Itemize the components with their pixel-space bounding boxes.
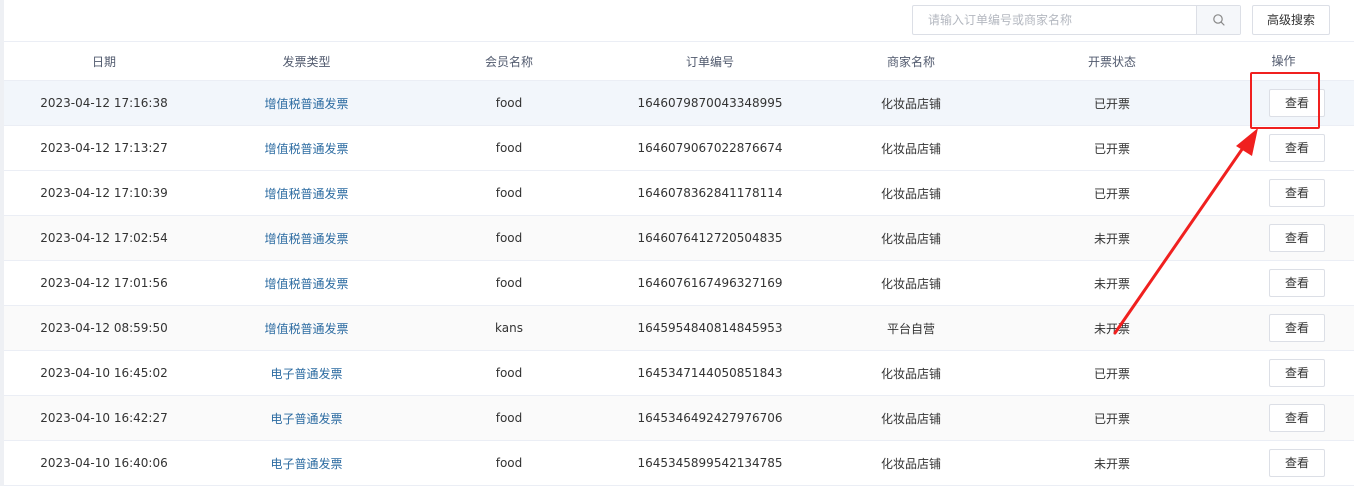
view-button[interactable]: 查看 <box>1269 134 1325 162</box>
column-header-merchant: 商家名称 <box>886 54 935 69</box>
cell-action: 查看 <box>1213 216 1354 260</box>
view-button[interactable]: 查看 <box>1269 314 1325 342</box>
view-button[interactable]: 查看 <box>1269 404 1325 432</box>
cell-invoice-type-link[interactable]: 增值税普通发票 <box>204 320 409 337</box>
column-header-status: 开票状态 <box>1087 54 1136 69</box>
column-header-invoice-type: 发票类型 <box>282 54 331 69</box>
cell-action: 查看 <box>1213 261 1354 305</box>
cell-member: food <box>495 366 523 380</box>
cell-merchant: 化妆品店铺 <box>880 186 941 201</box>
table-row: 2023-04-12 17:13:27 增值税普通发票 food 1646079… <box>4 126 1354 171</box>
cell-member: food <box>495 276 523 290</box>
table-row: 2023-04-12 08:59:50 增值税普通发票 kans 1645954… <box>4 306 1354 351</box>
cell-date: 2023-04-12 08:59:50 <box>40 321 168 335</box>
cell-merchant: 化妆品店铺 <box>880 276 941 291</box>
cell-merchant: 化妆品店铺 <box>880 366 941 381</box>
advanced-search-button[interactable]: 高级搜索 <box>1252 5 1330 35</box>
cell-date: 2023-04-10 16:42:27 <box>40 411 168 425</box>
cell-order-no: 1645954840814845953 <box>637 321 783 335</box>
cell-action: 查看 <box>1213 396 1354 440</box>
cell-status: 已开票 <box>1093 96 1130 111</box>
table-row: 2023-04-10 16:45:02 电子普通发票 food 16453471… <box>4 351 1354 396</box>
search-icon <box>1213 14 1225 26</box>
cell-date: 2023-04-12 17:01:56 <box>40 276 168 290</box>
view-button[interactable]: 查看 <box>1269 359 1325 387</box>
cell-merchant: 化妆品店铺 <box>880 411 941 426</box>
cell-invoice-type-link[interactable]: 增值税普通发票 <box>204 275 409 292</box>
cell-order-no: 1645345899542134785 <box>637 456 783 470</box>
cell-member: food <box>495 231 523 245</box>
cell-member: kans <box>495 321 523 335</box>
table-header: 日期 发票类型 会员名称 订单编号 商家名称 开票状态 操作 <box>4 41 1354 81</box>
view-button[interactable]: 查看 <box>1269 449 1325 477</box>
cell-invoice-type-link[interactable]: 电子普通发票 <box>204 410 409 427</box>
cell-order-no: 1646076167496327169 <box>637 276 783 290</box>
cell-date: 2023-04-10 16:45:02 <box>40 366 168 380</box>
cell-action: 查看 <box>1213 351 1354 395</box>
cell-member: food <box>495 186 523 200</box>
cell-action: 查看 <box>1213 441 1354 485</box>
cell-date: 2023-04-12 17:02:54 <box>40 231 168 245</box>
cell-member: food <box>495 411 523 425</box>
cell-member: food <box>495 96 523 110</box>
table-row: 2023-04-12 17:10:39 增值税普通发票 food 1646078… <box>4 171 1354 216</box>
cell-action: 查看 <box>1213 81 1354 125</box>
cell-merchant: 化妆品店铺 <box>880 141 941 156</box>
cell-date: 2023-04-12 17:16:38 <box>40 96 168 110</box>
cell-invoice-type-link[interactable]: 增值税普通发票 <box>204 230 409 247</box>
cell-invoice-type-link[interactable]: 电子普通发票 <box>204 365 409 382</box>
cell-order-no: 1646076412720504835 <box>637 231 783 245</box>
cell-status: 已开票 <box>1093 186 1130 201</box>
cell-merchant: 化妆品店铺 <box>880 456 941 471</box>
view-button[interactable]: 查看 <box>1269 224 1325 252</box>
cell-order-no: 1646079067022876674 <box>637 141 783 155</box>
view-button[interactable]: 查看 <box>1269 89 1325 117</box>
cell-date: 2023-04-12 17:10:39 <box>40 186 168 200</box>
cell-invoice-type-link[interactable]: 增值税普通发票 <box>204 140 409 157</box>
view-button[interactable]: 查看 <box>1269 179 1325 207</box>
table-row: 2023-04-12 17:02:54 增值税普通发票 food 1646076… <box>4 216 1354 261</box>
cell-action: 查看 <box>1213 126 1354 170</box>
search-input[interactable] <box>913 6 1196 34</box>
cell-status: 未开票 <box>1093 231 1130 246</box>
table-row: 2023-04-12 17:01:56 增值税普通发票 food 1646076… <box>4 261 1354 306</box>
cell-status: 已开票 <box>1093 366 1130 381</box>
cell-status: 未开票 <box>1093 456 1130 471</box>
column-header-order-no: 订单编号 <box>685 54 734 69</box>
cell-order-no: 1646079870043348995 <box>637 96 783 110</box>
column-header-member: 会员名称 <box>484 54 533 69</box>
table-row: 2023-04-10 16:40:06 电子普通发票 food 16453458… <box>4 441 1354 486</box>
cell-merchant: 化妆品店铺 <box>880 231 941 246</box>
cell-order-no: 1645346492427976706 <box>637 411 783 425</box>
cell-order-no: 1646078362841178114 <box>637 186 783 200</box>
column-header-date: 日期 <box>91 54 116 69</box>
cell-status: 未开票 <box>1093 321 1130 336</box>
table-row: 2023-04-10 16:42:27 电子普通发票 food 16453464… <box>4 396 1354 441</box>
cell-merchant: 平台自营 <box>886 321 935 336</box>
search-button[interactable] <box>1196 6 1240 34</box>
cell-merchant: 化妆品店铺 <box>880 96 941 111</box>
cell-status: 未开票 <box>1093 276 1130 291</box>
cell-invoice-type-link[interactable]: 增值税普通发票 <box>204 185 409 202</box>
cell-status: 已开票 <box>1093 411 1130 426</box>
cell-action: 查看 <box>1213 171 1354 215</box>
table-row: 2023-04-12 17:16:38 增值税普通发票 food 1646079… <box>4 81 1354 126</box>
cell-invoice-type-link[interactable]: 电子普通发票 <box>204 455 409 472</box>
cell-date: 2023-04-10 16:40:06 <box>40 456 168 470</box>
cell-order-no: 1645347144050851843 <box>637 366 783 380</box>
cell-member: food <box>495 141 523 155</box>
search-box <box>912 5 1241 35</box>
cell-status: 已开票 <box>1093 141 1130 156</box>
cell-member: food <box>495 456 523 470</box>
cell-action: 查看 <box>1213 306 1354 350</box>
cell-invoice-type-link[interactable]: 增值税普通发票 <box>204 95 409 112</box>
view-button[interactable]: 查看 <box>1269 269 1325 297</box>
cell-date: 2023-04-12 17:13:27 <box>40 141 168 155</box>
column-header-action: 操作 <box>1271 54 1296 68</box>
invoice-table: 日期 发票类型 会员名称 订单编号 商家名称 开票状态 操作 2023-04-1… <box>4 41 1354 486</box>
